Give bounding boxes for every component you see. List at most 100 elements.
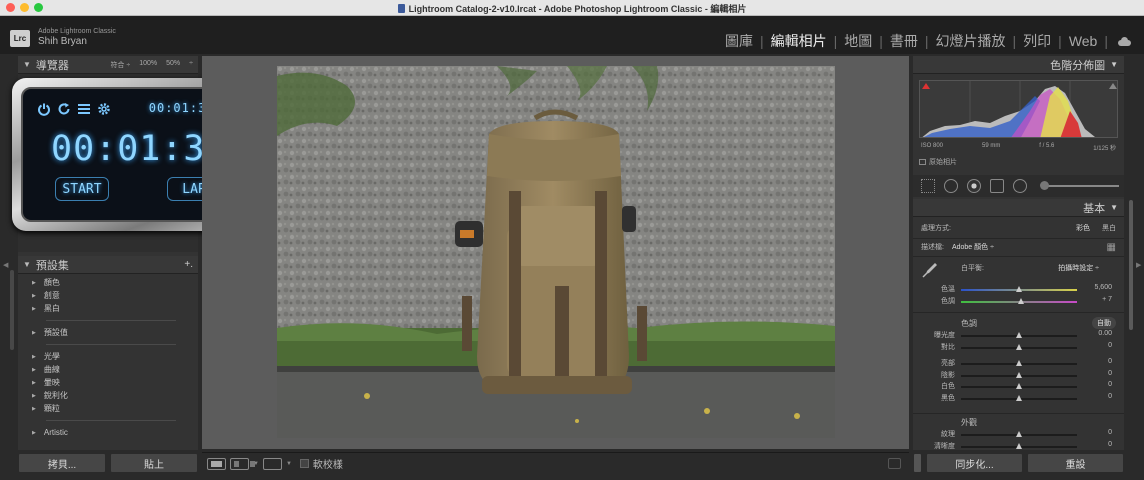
right-panel-scrollbar[interactable]: [1129, 200, 1133, 330]
preset-group-defaults[interactable]: ▶ 預設值: [18, 326, 198, 339]
zoom-50-option[interactable]: 50%: [166, 60, 180, 70]
tone-slider-knob[interactable]: [1016, 394, 1022, 401]
tone-value[interactable]: 0.00: [1082, 330, 1112, 337]
expand-triangle-icon[interactable]: ▶: [32, 306, 36, 312]
left-panel-toggle-icon[interactable]: ◀: [3, 261, 8, 269]
auto-tone-button[interactable]: 自動: [1092, 317, 1116, 329]
tone-slider-knob[interactable]: [1016, 360, 1022, 366]
histogram-header[interactable]: 色階分佈圖 ▼: [913, 56, 1124, 74]
sync-button[interactable]: 同步化...: [926, 453, 1023, 473]
expand-triangle-icon[interactable]: ▶: [32, 430, 36, 436]
left-panel-scrollbar[interactable]: [10, 270, 14, 350]
photo-canvas[interactable]: [202, 56, 909, 449]
masking-tool-icon[interactable]: [990, 179, 1004, 193]
spot-removal-tool-icon[interactable]: [944, 179, 958, 193]
tone-slider[interactable]: [961, 383, 1077, 389]
tone-value[interactable]: 0: [1082, 393, 1112, 400]
tone-slider[interactable]: [961, 371, 1077, 378]
preset-group-vignette[interactable]: ▶ 暈映: [18, 376, 198, 389]
histogram-chart[interactable]: [919, 80, 1118, 138]
module-develop[interactable]: 編輯相片: [764, 31, 834, 51]
collapse-triangle-icon[interactable]: ▼: [23, 60, 31, 69]
tint-slider[interactable]: [961, 298, 1077, 304]
tone-value[interactable]: 0: [1082, 381, 1112, 388]
tone-value[interactable]: 0: [1082, 342, 1112, 349]
collapse-triangle-icon[interactable]: ▼: [23, 260, 31, 269]
reset-icon[interactable]: [57, 102, 71, 116]
original-photo-toggle[interactable]: 原始相片: [919, 157, 957, 167]
expand-triangle-icon[interactable]: ▶: [32, 367, 36, 373]
tint-slider-knob[interactable]: [1018, 298, 1025, 304]
white-balance-select[interactable]: 拍攝時設定 ÷: [1058, 263, 1099, 273]
presence-slider[interactable]: [961, 442, 1077, 449]
presence-slider[interactable]: [961, 431, 1077, 437]
expand-triangle-icon[interactable]: ▶: [32, 406, 36, 412]
tone-slider-knob[interactable]: [1016, 332, 1022, 338]
temp-value[interactable]: 5,600: [1082, 284, 1112, 291]
module-library[interactable]: 圖庫: [718, 31, 760, 51]
expand-triangle-icon[interactable]: ▶: [32, 293, 36, 299]
expand-triangle-icon[interactable]: ▶: [32, 280, 36, 286]
module-print[interactable]: 列印: [1016, 31, 1058, 51]
power-icon[interactable]: [37, 102, 51, 116]
expand-triangle-icon[interactable]: ▶: [32, 380, 36, 386]
radial-tool-icon[interactable]: [1013, 179, 1027, 193]
tone-value[interactable]: 0: [1082, 370, 1112, 377]
tone-slider[interactable]: [961, 394, 1077, 401]
temp-slider-knob[interactable]: [1016, 286, 1022, 292]
preset-group-color[interactable]: ▶ 顏色: [18, 276, 198, 289]
right-panel-toggle-icon[interactable]: ▶: [1136, 261, 1141, 269]
reset-button[interactable]: 重設: [1027, 453, 1124, 473]
collapse-triangle-icon[interactable]: ▼: [1110, 60, 1118, 69]
presence-slider-knob[interactable]: [1016, 431, 1022, 437]
collapse-triangle-icon[interactable]: ▼: [1110, 203, 1118, 212]
yy-dropdown-caret-icon[interactable]: ▼: [286, 461, 292, 467]
expand-triangle-icon[interactable]: ▶: [32, 354, 36, 360]
zoom-more-option[interactable]: ÷: [189, 60, 193, 70]
module-slideshow[interactable]: 幻燈片播放: [929, 31, 1013, 51]
tone-value[interactable]: 0: [1082, 358, 1112, 365]
module-map[interactable]: 地圖: [837, 31, 879, 51]
copy-settings-button[interactable]: 拷貝...: [18, 453, 106, 473]
navigator-header[interactable]: ▼ 導覽器 符合 ÷ 100% 50% ÷: [18, 56, 198, 74]
presence-value[interactable]: 0: [1082, 441, 1112, 448]
tone-slider[interactable]: [961, 360, 1077, 366]
preset-group-bw[interactable]: ▶ 黑白: [18, 302, 198, 315]
presence-slider-knob[interactable]: [1016, 442, 1022, 449]
profile-browser-icon[interactable]: ▦: [1107, 242, 1116, 253]
add-preset-icon[interactable]: +.: [184, 259, 193, 270]
soft-proof-checkbox[interactable]: [299, 459, 309, 468]
red-eye-tool-icon[interactable]: [967, 179, 981, 193]
yy-view-button[interactable]: [262, 457, 282, 470]
before-after-view-button[interactable]: [230, 457, 255, 470]
tone-slider[interactable]: [961, 332, 1077, 338]
tone-slider[interactable]: [961, 343, 1077, 350]
paste-settings-button[interactable]: 貼上: [110, 453, 198, 473]
crop-tool-icon[interactable]: [921, 179, 935, 193]
start-button[interactable]: START: [55, 177, 109, 201]
treatment-bw-option[interactable]: 黑白: [1102, 223, 1116, 233]
presets-header[interactable]: ▼ 預設集 +.: [18, 256, 198, 274]
preset-group-sharpen[interactable]: ▶ 銳利化: [18, 389, 198, 402]
presence-value[interactable]: 0: [1082, 429, 1112, 436]
tool-amount-slider[interactable]: [1040, 181, 1119, 190]
treatment-color-option[interactable]: 彩色: [1076, 223, 1090, 233]
photo-backpack[interactable]: [277, 66, 835, 438]
loupe-view-button[interactable]: [207, 457, 226, 470]
preset-group-grain[interactable]: ▶ 顆粒: [18, 402, 198, 415]
tint-value[interactable]: + 7: [1082, 296, 1112, 303]
toolbar-menu-button[interactable]: [888, 458, 901, 469]
profile-select[interactable]: Adobe 顏色 ÷: [952, 242, 994, 252]
zoom-100-option[interactable]: 100%: [139, 60, 157, 70]
tone-slider-knob[interactable]: [1016, 343, 1022, 350]
cloud-icon[interactable]: [1116, 36, 1132, 46]
expand-triangle-icon[interactable]: ▶: [32, 393, 36, 399]
tone-slider-knob[interactable]: [1016, 371, 1022, 378]
expand-triangle-icon[interactable]: ▶: [32, 330, 36, 336]
preset-group-optics[interactable]: ▶ 光學: [18, 350, 198, 363]
zoom-fit-option[interactable]: 符合 ÷: [110, 60, 130, 70]
preset-group-creative[interactable]: ▶ 創意: [18, 289, 198, 302]
basic-header[interactable]: 基本 ▼: [913, 199, 1124, 217]
module-book[interactable]: 書冊: [883, 31, 925, 51]
sync-mode-toggle[interactable]: [913, 453, 922, 473]
